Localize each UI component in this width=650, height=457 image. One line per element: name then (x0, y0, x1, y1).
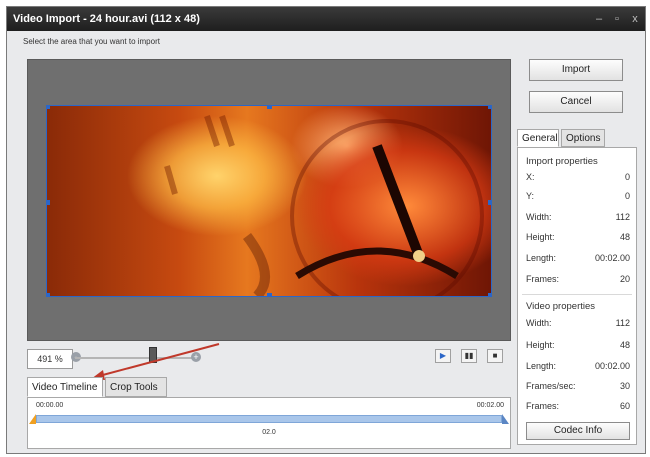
prop-label: Frames/sec: (526, 381, 576, 391)
instruction-text: Select the area that you want to import (23, 37, 160, 46)
window-title: Video Import - 24 hour.avi (112 x 48) (13, 13, 200, 25)
crop-handle-bottom[interactable] (267, 293, 272, 296)
prop-label: Width: (526, 212, 552, 222)
crop-handle-bottom-left[interactable] (47, 293, 50, 296)
codec-info-button[interactable]: Codec Info (526, 422, 630, 440)
import-prop-y: Y: 0 (526, 191, 630, 209)
prop-label: Height: (526, 340, 555, 350)
import-prop-x: X: 0 (526, 172, 630, 190)
annotation-arrow (91, 343, 220, 380)
video-frame[interactable] (46, 105, 492, 297)
prop-label: Length: (526, 253, 557, 263)
crop-handle-bottom-right[interactable] (488, 293, 491, 296)
timeline-start-time: 00:00.00 (36, 402, 64, 409)
prop-label: Length: (526, 361, 557, 371)
prop-value: 20 (619, 274, 630, 284)
import-prop-height: Height: 48 (526, 232, 630, 250)
stop-button[interactable]: ■ (487, 349, 503, 363)
minimize-icon[interactable]: – (590, 7, 608, 31)
timeline-selection-bar[interactable] (36, 415, 502, 423)
tab-general[interactable]: General (517, 129, 559, 147)
crop-handle-top-right[interactable] (488, 106, 491, 109)
video-prop-frames: Frames: 60 (526, 401, 630, 419)
clock-image (164, 115, 484, 296)
crop-handle-right[interactable] (488, 200, 491, 205)
timeline-duration: 02.0 (262, 429, 276, 436)
timeline-end-time: 00:02.00 (476, 402, 504, 409)
video-prop-fps: Frames/sec: 30 (526, 381, 630, 399)
maximize-icon[interactable]: ▫ (608, 7, 626, 31)
prop-value: 00:02.00 (594, 361, 630, 371)
prop-label: Height: (526, 232, 555, 242)
prop-value: 48 (619, 232, 630, 242)
video-timeline[interactable]: 00:00.00 00:02.00 02.0 (27, 397, 511, 449)
video-prop-length: Length: 00:02.00 (526, 361, 630, 379)
prop-label: Frames: (526, 274, 560, 284)
tab-options[interactable]: Options (561, 129, 605, 147)
tab-crop-tools[interactable]: Crop Tools (105, 377, 167, 397)
import-properties-title: Import properties (526, 156, 598, 167)
video-prop-width: Width: 112 (526, 318, 630, 336)
prop-label: X: (526, 172, 535, 182)
prop-value: 48 (619, 340, 630, 350)
prop-value: 60 (619, 401, 630, 411)
crop-handle-left[interactable] (47, 200, 50, 205)
import-prop-length: Length: 00:02.00 (526, 253, 630, 271)
prop-value: 112 (615, 318, 630, 328)
prop-label: Width: (526, 318, 552, 328)
close-icon[interactable]: x (626, 7, 644, 31)
tab-video-timeline[interactable]: Video Timeline (27, 377, 103, 397)
prop-value: 30 (619, 381, 630, 391)
prop-value: 00:02.00 (594, 253, 630, 263)
prop-value: 0 (624, 191, 630, 201)
video-properties-title: Video properties (526, 301, 596, 312)
prop-value: 112 (615, 212, 630, 222)
video-import-dialog: Video Import - 24 hour.avi (112 x 48) – … (6, 6, 646, 454)
import-button[interactable]: Import (529, 59, 623, 81)
video-prop-height: Height: 48 (526, 340, 630, 358)
zoom-level[interactable]: 491 % (27, 349, 73, 369)
section-divider (522, 294, 632, 295)
prop-label: Y: (526, 191, 535, 201)
cancel-button[interactable]: Cancel (529, 91, 623, 113)
video-preview-area (27, 59, 511, 341)
timeline-start-marker[interactable] (29, 414, 36, 424)
timeline-end-marker[interactable] (502, 414, 509, 424)
title-bar: Video Import - 24 hour.avi (112 x 48) (7, 7, 645, 31)
play-icon: ▶ (439, 351, 447, 360)
play-button[interactable]: ▶ (435, 349, 451, 363)
import-prop-width: Width: 112 (526, 212, 630, 230)
prop-label: Frames: (526, 401, 560, 411)
crop-handle-top[interactable] (267, 106, 272, 109)
prop-value: 0 (624, 172, 630, 182)
import-prop-frames: Frames: 20 (526, 274, 630, 292)
crop-handle-top-left[interactable] (47, 106, 50, 109)
stop-icon: ■ (492, 351, 498, 360)
pause-button[interactable]: ▮▮ (461, 349, 477, 363)
properties-panel: Import properties X: 0 Y: 0 Width: 112 H… (517, 147, 637, 445)
pause-icon: ▮▮ (464, 351, 474, 360)
